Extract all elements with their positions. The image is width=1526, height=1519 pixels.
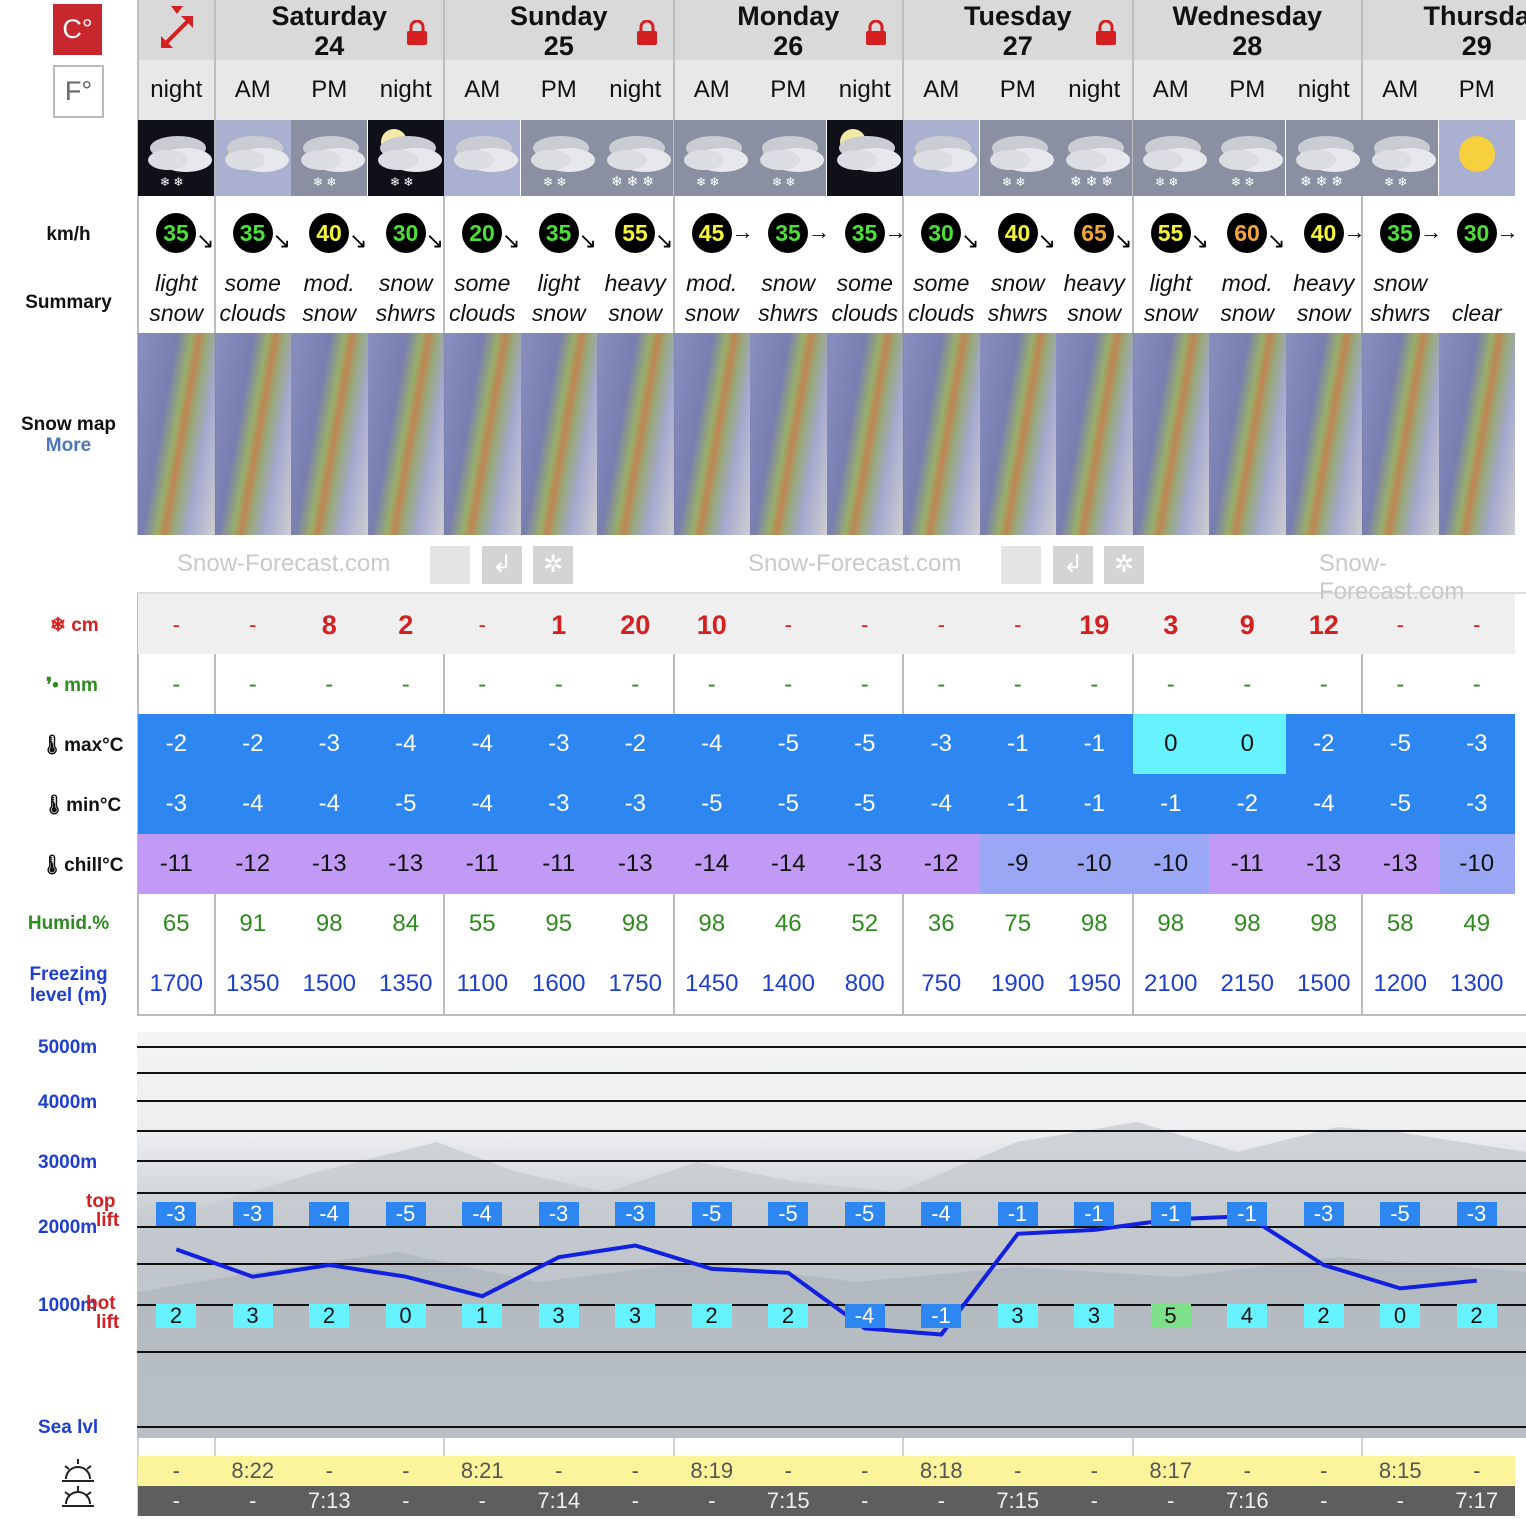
freezing-level-line	[175, 1214, 1478, 1337]
level-4000-label: 4000m	[38, 1092, 98, 1113]
bottom-lift-temp: 3	[615, 1304, 655, 1328]
top-lift-temp: -4	[309, 1202, 349, 1226]
top-lift-temp: -3	[232, 1202, 273, 1226]
top-lift-temp: -5	[768, 1202, 808, 1226]
bottom-lift-temp: 3	[232, 1304, 273, 1328]
top-lift-temp: -5	[1380, 1202, 1420, 1226]
celsius-button[interactable]: C°	[53, 4, 102, 55]
bottom-lift-temp: 3	[1074, 1304, 1114, 1328]
level-2000-label: 2000m	[38, 1217, 98, 1238]
bot-lift-label-2: lift	[96, 1312, 120, 1333]
snow-cm-label: ❄ cm	[50, 614, 99, 637]
max-temp-label: 🌡max°C	[40, 733, 123, 757]
bottom-lift-temp: 2	[768, 1304, 808, 1328]
top-lift-temp: -3	[538, 1202, 579, 1226]
bottom-lift-temp: 2	[691, 1304, 732, 1328]
freezing-label-line1: Freezing	[29, 964, 108, 985]
min-temp-label: 🌡min°C	[42, 793, 121, 817]
top-lift-temp: -4	[462, 1202, 502, 1226]
freezing-level-path	[175, 1214, 1478, 1337]
top-lift-temp: -5	[691, 1202, 732, 1226]
bottom-lift-temp: 1	[462, 1304, 502, 1328]
max-temp-label-text: max°C	[64, 735, 124, 756]
wind-units-label: km/h	[46, 224, 91, 245]
thermometer-icon: 🌡	[40, 855, 65, 876]
raindrops-icon: ❜•	[46, 675, 59, 696]
chill-temp-label-text: chill°C	[64, 855, 124, 876]
bottom-lift-temp: 4	[1227, 1304, 1267, 1328]
summary-label: Summary	[25, 292, 112, 313]
sea-level-label: Sea lvl	[38, 1417, 99, 1438]
sunset-icon	[60, 1486, 96, 1514]
top-lift-label-2: lift	[96, 1210, 120, 1231]
chill-temp-label: 🌡chill°C	[40, 853, 123, 877]
min-temp-label-text: min°C	[66, 795, 122, 816]
snow-cm-unit: cm	[71, 615, 99, 636]
top-lift-temp: -4	[921, 1202, 961, 1226]
bottom-lift-temp: 5	[1150, 1304, 1191, 1328]
thermometer-icon: 🌡	[40, 735, 65, 756]
top-lift-temp: -1	[1227, 1202, 1267, 1226]
top-lift-temp: -3	[1303, 1202, 1344, 1226]
bottom-lift-temp: -4	[844, 1304, 885, 1328]
top-lift-temp: -1	[1150, 1202, 1191, 1226]
bottom-lift-temp: -1	[921, 1304, 961, 1328]
top-lift-temp: -5	[385, 1202, 426, 1226]
bottom-lift-temp: 2	[156, 1304, 196, 1328]
bottom-lift-temp: 2	[309, 1304, 349, 1328]
humidity-label: Humid.%	[27, 913, 110, 934]
thermometer-icon: 🌡	[42, 795, 67, 816]
rain-mm-label: ❜• mm	[46, 674, 98, 697]
top-lift-temp: -5	[844, 1202, 885, 1226]
top-lift-temp: -3	[1456, 1202, 1497, 1226]
bottom-lift-temp: 3	[997, 1304, 1038, 1328]
bottom-lift-temp: 0	[1380, 1304, 1420, 1328]
snowflake-icon: ❄	[50, 615, 66, 636]
top-lift-temp: -3	[156, 1202, 196, 1226]
forecast-grid: Saturday 24 Sunday 25 Monday 26 Tuesday 27 Wedne…	[137, 0, 1526, 1516]
level-3000-label: 3000m	[38, 1152, 98, 1173]
fahrenheit-button[interactable]: F°	[53, 65, 104, 118]
level-5000-label: 5000m	[38, 1037, 98, 1058]
top-lift-temp: -3	[615, 1202, 655, 1226]
bottom-lift-temp: 2	[1303, 1304, 1344, 1328]
top-lift-temp: -1	[1074, 1202, 1114, 1226]
bottom-lift-temp: 3	[538, 1304, 579, 1328]
bottom-lift-temp: 0	[385, 1304, 426, 1328]
bottom-lift-temp: 2	[1456, 1304, 1497, 1328]
sunrise-icon	[60, 1457, 96, 1485]
rain-mm-unit: mm	[64, 675, 98, 696]
snow-map-label: Snow map	[20, 414, 116, 435]
top-lift-temp: -1	[997, 1202, 1038, 1226]
freezing-label-line2: level (m)	[29, 985, 108, 1006]
snow-map-more-link[interactable]: More	[0, 435, 137, 457]
